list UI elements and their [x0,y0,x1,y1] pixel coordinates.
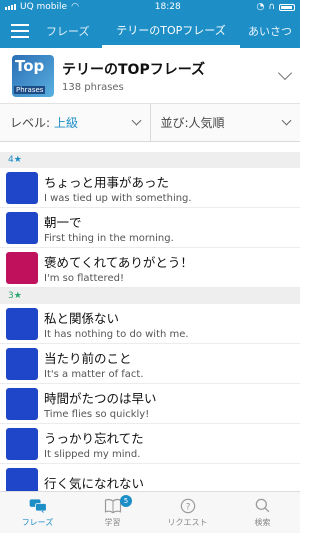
sort-value: 人気順 [188,116,225,130]
phrase-list[interactable]: 4★ ちょっと用事があった I was tied up with somethi… [0,152,300,491]
bottom-tab-phrases[interactable]: フレーズ [0,492,75,533]
logo-subtitle: Phrases [14,85,46,94]
list-item[interactable]: ちょっと用事があった I was tied up with something. [0,168,300,208]
phrase-japanese: 行く気になれない [44,476,145,491]
hamburger-menu-button[interactable] [0,14,40,48]
phrase-japanese: 褒めてくれてありがとう！ [44,254,193,270]
phrase-english: It's a matter of fact. [44,368,144,380]
chat-bubbles-icon [29,499,47,514]
list-item[interactable]: 朝一で First thing in the morning. [0,208,300,248]
phrase-japanese: ちょっと用事があった [44,174,170,190]
phrase-japanese: 時間がたつのは早い [44,390,157,406]
bottom-tab-request[interactable]: ? リクエスト [150,492,225,533]
logo-title: Top [15,56,45,75]
filter-bar: レベル: 上級 並び: 人気順 [0,104,300,142]
search-icon [255,498,269,513]
phrase-english: First thing in the morning. [44,232,174,244]
phrase-color-swatch [6,467,38,491]
phrase-color-swatch [6,427,38,460]
status-bar: UQ mobile ◠ 18:28 ◔ ∩ [0,0,300,14]
section-header-3-stars: 3★ [0,288,300,304]
phrase-color-swatch [6,251,38,284]
bottom-tab-bar: フレーズ 5 学習 ? リクエスト 検索 [0,491,300,533]
headphones-icon: ∩ [268,2,275,12]
list-item[interactable]: 私と関係ない It has nothing to do with me. [0,304,300,344]
phrase-color-swatch [6,307,38,340]
alarm-icon: ◔ [256,2,265,12]
phrase-color-swatch [6,387,38,420]
phrase-english: I'm so flattered! [44,272,124,284]
section-header-4-stars: 4★ [0,152,300,168]
level-filter[interactable]: レベル: 上級 [0,104,150,141]
phrase-japanese: 朝一で [44,214,82,230]
study-count-badge: 5 [120,495,132,507]
bottom-tab-label: 学習 [104,518,121,527]
phrase-japanese: 私と関係ない [44,310,120,326]
sort-filter[interactable]: 並び: 人気順 [149,104,301,141]
phrase-english: I was tied up with something. [44,192,192,204]
chevron-down-icon[interactable] [277,65,293,81]
top-phrases-logo: Top Phrases [12,54,54,97]
chevron-down-icon [131,115,141,126]
battery-icon [279,3,295,11]
status-time: 18:28 [154,2,181,12]
svg-text:?: ? [185,501,190,512]
collection-title: テリーのTOPフレーズ [62,61,206,78]
phrase-japanese: 当たり前のこと [44,350,132,366]
phrase-english: Time flies so quickly! [44,408,150,420]
sort-label: 並び: [160,116,189,130]
top-navigation: フレーズ テリーのTOPフレーズ あいさつ [0,14,300,48]
bottom-tab-label: リクエスト [167,518,208,527]
bottom-tab-label: 検索 [254,518,271,527]
category-tabs: フレーズ テリーのTOPフレーズ あいさつ [40,14,300,48]
level-label: レベル: [10,116,51,130]
tab-terry-top-phrases[interactable]: テリーのTOPフレーズ [102,14,240,48]
phrase-color-swatch [6,171,38,204]
phrase-english: It has nothing to do with me. [44,328,189,340]
wifi-icon: ◠ [71,2,79,12]
list-item[interactable]: 行く気になれない [0,464,300,491]
level-value: 上級 [54,116,79,130]
bottom-tab-study[interactable]: 5 学習 [75,492,150,533]
chevron-down-icon [281,115,292,126]
bottom-tab-label: フレーズ [21,518,54,527]
phrase-count: 138 phrases [62,81,124,93]
tab-greetings[interactable]: あいさつ [240,14,300,48]
question-icon: ? [180,498,195,514]
list-item[interactable]: うっかり忘れてた It slipped my mind. [0,424,300,464]
phrase-japanese: うっかり忘れてた [44,430,144,446]
list-item[interactable]: 褒めてくれてありがとう！ I'm so flattered! [0,248,300,288]
collection-header[interactable]: Top Phrases テリーのTOPフレーズ 138 phrases [0,48,300,104]
carrier-label: UQ mobile [20,2,68,12]
phrase-color-swatch [6,347,38,380]
phrase-english: It slipped my mind. [44,448,141,460]
phrase-color-swatch [6,211,38,244]
list-item[interactable]: 時間がたつのは早い Time flies so quickly! [0,384,300,424]
tab-phrases[interactable]: フレーズ [40,14,102,48]
list-item[interactable]: 当たり前のこと It's a matter of fact. [0,344,300,384]
signal-icon [5,4,16,10]
bottom-tab-search[interactable]: 検索 [225,492,300,533]
